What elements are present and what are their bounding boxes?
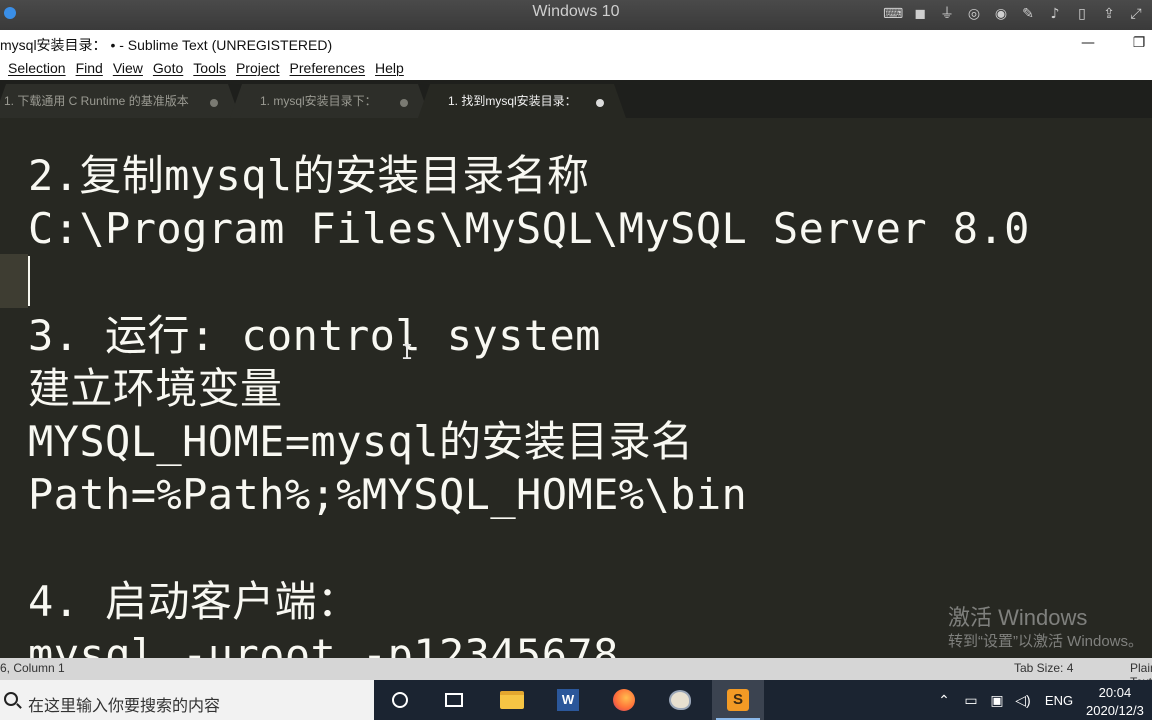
menu-bar: Selection Find View Goto Tools Project P… [0,57,1152,80]
cortana-icon [392,692,408,708]
tray-network[interactable]: ▣ [986,680,1008,720]
unsaved-dot-icon[interactable] [596,99,604,107]
editor-line[interactable]: mysql -uroot -p12345678 [28,628,619,658]
menu-find[interactable]: Find [76,57,103,80]
restore-button[interactable]: ❐ [1126,32,1152,54]
tab-size-indicator[interactable]: Tab Size: 4 [1014,661,1073,675]
menu-view[interactable]: View [113,57,143,80]
menu-selection[interactable]: Selection [8,57,66,80]
editor-line[interactable]: 建立环境变量 [28,362,282,416]
text-caret [28,256,30,306]
editor-line[interactable]: C:\Program Files\MySQL\MySQL Server 8.0 [28,202,1030,256]
activation-watermark-title: 激活 Windows [948,605,1088,630]
windows-taskbar: 在这里输入你要搜索的内容 W S ⌃ ▭ ▣ ◁) ENG 20:04 2020… [0,680,1152,720]
cortana-button[interactable] [374,680,426,720]
tools-icon[interactable]: ✎ [1018,5,1038,24]
tab-bar: 1. 下载通用 C Runtime 的基准版本 1. mysql安装目录下： 1… [0,80,1152,118]
tray-battery[interactable]: ▭ [960,680,982,720]
fullscreen-icon[interactable]: ⤢ [1126,5,1146,24]
chevron-up-icon: ⌃ [938,691,950,708]
file-explorer-button[interactable] [486,680,538,720]
tab-label: 1. 下载通用 C Runtime 的基准版本 [4,94,189,108]
menu-tools[interactable]: Tools [193,57,226,80]
search-placeholder: 在这里输入你要搜索的内容 [28,698,221,715]
paint-palette-icon [669,690,691,710]
cursor-position: 6, Column 1 [0,661,65,675]
folder-icon [500,691,524,709]
menu-goto[interactable]: Goto [153,57,183,80]
current-line-highlight [0,254,28,308]
keyboard-icon[interactable]: ⌨ [883,5,903,24]
phone-icon[interactable]: ▯ [1072,5,1092,24]
editor-line[interactable]: 4. 启动客户端： [28,575,359,629]
ibeam-cursor-icon: I [401,340,414,364]
usb-icon[interactable]: ⏚ [937,5,957,24]
record-icon[interactable]: ◉ [991,5,1011,24]
unsaved-dot-icon[interactable] [210,99,218,107]
network-icon: ▣ [990,691,1004,708]
taskbar-clock[interactable]: 20:04 2020/12/3 [1086,684,1144,720]
disc-icon[interactable]: ◎ [964,5,984,24]
status-bar: 6, Column 1 Tab Size: 4 Plain Text [0,658,1152,689]
share-icon[interactable]: ⇪ [1099,5,1119,24]
taskbar-search-box[interactable]: 在这里输入你要搜索的内容 [0,680,374,720]
editor-line[interactable]: 3. 运行: control system [28,309,601,363]
task-view-icon [445,693,463,707]
clock-time: 20:04 [1098,685,1132,700]
input-language[interactable]: ENG [1042,680,1076,720]
menu-project[interactable]: Project [236,57,280,80]
minimize-button[interactable]: — [1075,32,1101,54]
editor-line[interactable]: MYSQL_HOME=mysql的安装目录名 [28,415,693,469]
task-view-button[interactable] [428,680,480,720]
word-icon: W [557,689,579,711]
search-icon [4,692,18,706]
sublime-text-icon: S [727,689,749,711]
editor-area[interactable]: 2.复制mysql的安装目录名称 C:\Program Files\MySQL\… [0,118,1152,658]
tab-mysql-dir[interactable]: 1. mysql安装目录下： [230,84,430,118]
menu-help[interactable]: Help [375,57,404,80]
cpu-icon[interactable]: ◼ [910,5,930,24]
vm-host-bar: Windows 10 ⌨ ◼ ⏚ ◎ ◉ ✎ ♪ ▯ ⇪ ⤢ [0,0,1152,30]
menu-preferences[interactable]: Preferences [290,57,365,80]
vm-toolbar: ⌨ ◼ ⏚ ◎ ◉ ✎ ♪ ▯ ⇪ ⤢ [883,5,1146,24]
tab-label: 1. 找到mysql安装目录： [448,94,577,108]
firefox-button[interactable] [598,680,650,720]
tab-c-runtime[interactable]: 1. 下载通用 C Runtime 的基准版本 [0,84,240,118]
tab-find-mysql-dir[interactable]: 1. 找到mysql安装目录： [418,84,626,118]
editor-line[interactable]: Path=%Path%;%MYSQL_HOME%\bin [28,468,747,522]
window-titlebar: mysql安装目录： • - Sublime Text (UNREGISTERE… [0,30,1152,57]
tray-volume[interactable]: ◁) [1012,680,1034,720]
speaker-icon: ◁) [1015,691,1031,708]
word-button[interactable]: W [542,680,594,720]
battery-icon: ▭ [964,691,978,708]
unsaved-dot-icon[interactable] [400,99,408,107]
paint-button[interactable] [654,680,706,720]
firefox-icon [613,689,635,711]
sublime-text-button[interactable]: S [712,680,764,720]
editor-line[interactable]: 2.复制mysql的安装目录名称 [28,149,589,203]
show-hidden-icons-button[interactable]: ⌃ [934,680,954,720]
clock-date: 2020/12/3 [1086,703,1144,718]
volume-icon[interactable]: ♪ [1045,5,1065,24]
window-title: mysql安装目录： • - Sublime Text (UNREGISTERE… [0,37,333,53]
tab-label: 1. mysql安装目录下： [260,94,377,108]
activation-watermark-hint: 转到“设置”以激活 Windows。 [948,633,1144,650]
